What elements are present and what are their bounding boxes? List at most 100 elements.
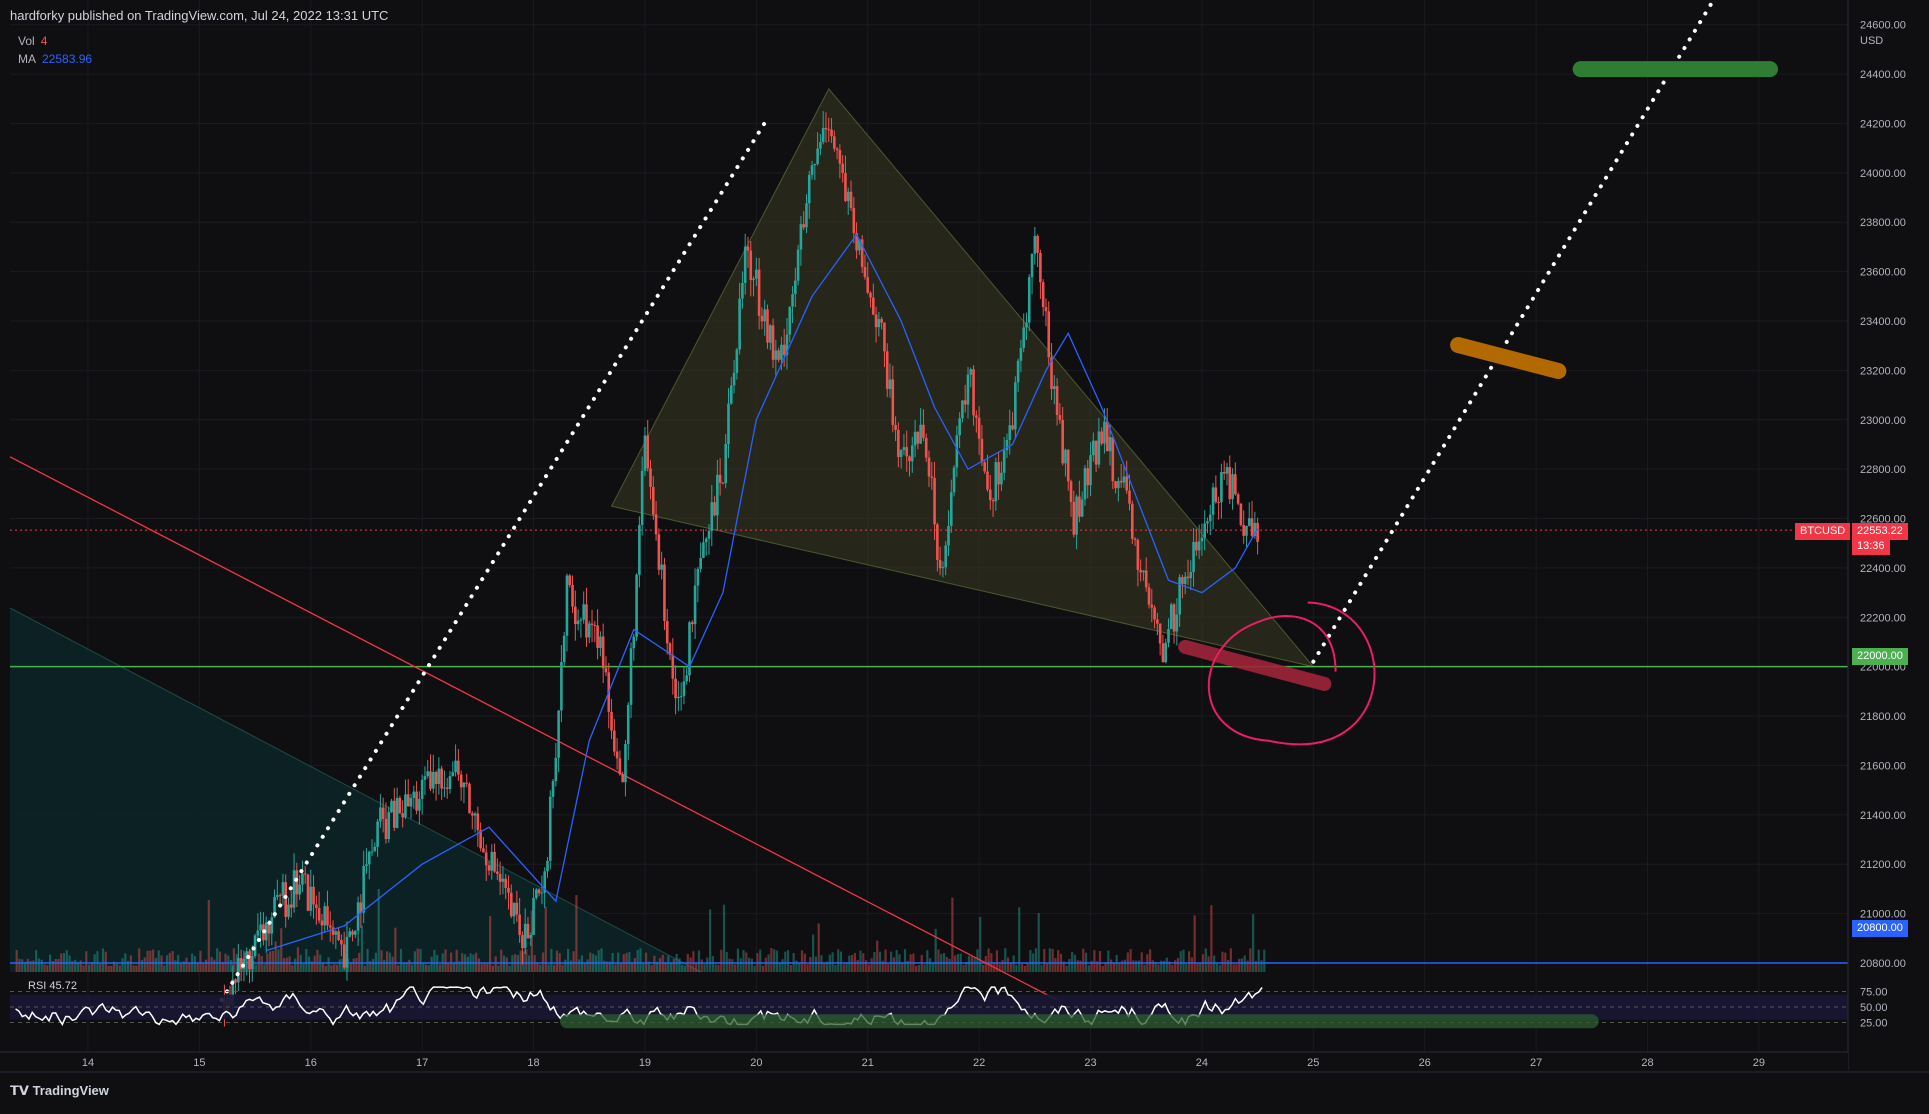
candle-body — [554, 757, 558, 782]
candle-body — [805, 203, 808, 228]
volume-bar — [1190, 957, 1193, 972]
candle-body — [877, 319, 881, 328]
time-tick-label: 29 — [1753, 1057, 1765, 1069]
tradingview-logo[interactable]: 𝗧𝗩 TradingView — [10, 1083, 109, 1099]
candle-body — [679, 696, 683, 698]
price-tick-label: 23000.00 — [1860, 415, 1906, 427]
rsi-legend[interactable]: RSI 45.72 — [28, 980, 77, 992]
candle-body — [237, 958, 240, 983]
price-tick-label: 20800.00 — [1860, 958, 1906, 970]
time-tick-label: 18 — [527, 1057, 539, 1069]
candle-body — [393, 800, 396, 828]
volume-bar — [786, 950, 790, 972]
time-tick-label: 21 — [862, 1057, 874, 1069]
candle-body — [462, 782, 466, 788]
volume-bar — [1045, 963, 1049, 972]
price-tick-label: 22200.00 — [1860, 612, 1906, 624]
brand-text: TradingView — [32, 1083, 109, 1098]
ma-legend[interactable]: MA 22583.96 — [18, 52, 92, 66]
candle-body — [1183, 576, 1187, 584]
candle-body — [284, 882, 287, 917]
volume-bar — [268, 951, 272, 972]
volume-bar — [575, 895, 578, 972]
candle-body — [718, 474, 722, 483]
candle-body — [248, 951, 251, 970]
volume-bar — [931, 963, 934, 972]
volume-bar — [377, 888, 380, 972]
volume-bar — [1218, 964, 1221, 972]
volume-bar — [274, 941, 277, 972]
candle-body — [1053, 386, 1056, 390]
volume-bar — [1226, 959, 1230, 972]
price-tick-label: 21400.00 — [1860, 810, 1906, 822]
rsi-value: 45.72 — [49, 980, 77, 992]
candle-body — [1117, 480, 1120, 489]
volume-bar — [569, 960, 572, 972]
volume-bar — [539, 964, 542, 972]
candle-body — [379, 807, 382, 822]
volume-bar — [678, 958, 681, 972]
candle-body — [902, 447, 906, 451]
candle-body — [470, 813, 474, 816]
candle-body — [897, 429, 900, 458]
candle-body — [746, 246, 750, 251]
volume-bar — [146, 950, 149, 972]
volume-bar — [834, 965, 837, 972]
candle-body — [1097, 431, 1101, 465]
volume-bar — [670, 963, 673, 972]
candle-body — [874, 314, 878, 328]
candle-body — [1250, 518, 1254, 536]
volume-bar — [291, 965, 294, 972]
candle-body — [303, 873, 307, 875]
countdown-tag: 13:36 — [1852, 538, 1890, 555]
volume-bar — [1187, 951, 1191, 972]
volume-bar — [1204, 948, 1207, 972]
volume-bar — [1143, 964, 1146, 972]
candle-body — [977, 417, 981, 439]
price-tick-label: 21000.00 — [1860, 909, 1906, 921]
volume-bar — [747, 957, 751, 972]
volume-bar — [901, 962, 904, 972]
candle-body — [743, 246, 747, 284]
candle-body — [560, 662, 563, 711]
volume-bar — [121, 958, 124, 972]
candle-body — [1008, 425, 1012, 440]
candle-body — [958, 418, 961, 436]
price-chart[interactable]: USD 24600.00 24400.00 24200.00 24000.00 23800… — [0, 0, 1929, 1109]
candle-body — [340, 940, 343, 945]
volume-bar — [633, 958, 637, 972]
candle-body — [830, 129, 833, 137]
volume-bar — [372, 958, 375, 972]
volume-bar — [778, 962, 781, 972]
candle-body — [1217, 501, 1220, 503]
price-tick-label: 24200.00 — [1860, 118, 1906, 130]
candle-body — [278, 895, 282, 897]
volume-bar — [658, 958, 662, 972]
candle-body — [1030, 253, 1034, 278]
candle-body — [1192, 541, 1195, 573]
volume-bar — [750, 958, 753, 972]
volume-bar — [553, 964, 556, 972]
volume-bar — [839, 951, 843, 972]
volume-bar — [1149, 949, 1152, 972]
candle-body — [1189, 572, 1193, 579]
candle-body — [716, 474, 719, 516]
volume-bar — [1174, 960, 1177, 972]
volume-bar — [1238, 958, 1241, 972]
volume-bar — [628, 952, 631, 972]
candle-body — [454, 760, 457, 773]
volume-bar — [37, 958, 41, 972]
candle-body — [287, 904, 290, 917]
candle-body — [323, 906, 326, 926]
candle-body — [1086, 468, 1090, 486]
vol-legend[interactable]: Vol 4 — [18, 34, 47, 48]
candle-body — [281, 882, 285, 896]
volume-bar — [1034, 948, 1038, 972]
chart-area[interactable]: USD 24600.00 24400.00 24200.00 24000.00 23800… — [0, 0, 1929, 1109]
volume-bar — [527, 955, 531, 972]
volume-bar — [697, 950, 701, 972]
volume-bar — [1118, 962, 1121, 972]
time-tick-label: 17 — [416, 1057, 428, 1069]
volume-bar — [700, 959, 703, 972]
volume-bar — [363, 965, 366, 972]
